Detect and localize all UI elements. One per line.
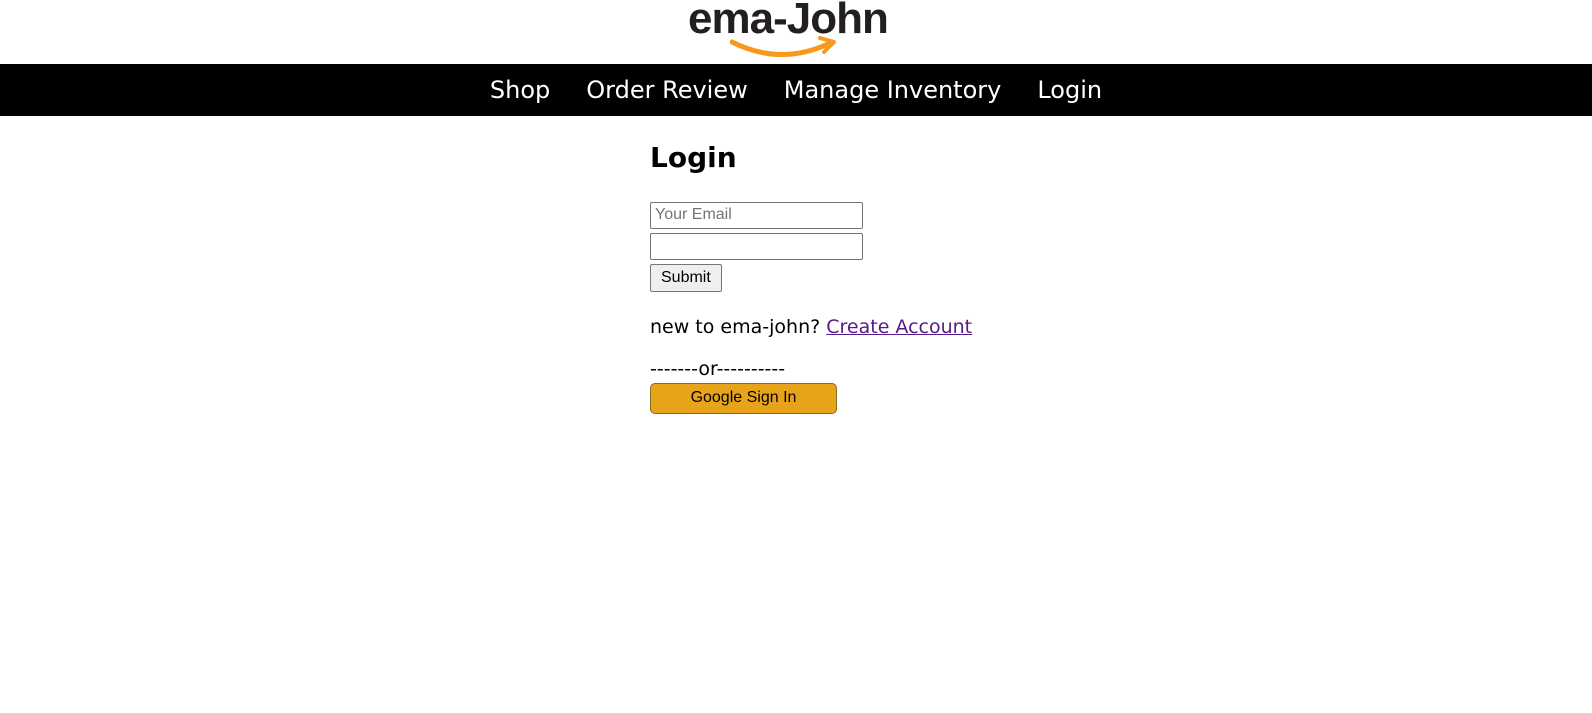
google-sign-in-button[interactable]: Google Sign In <box>650 382 837 414</box>
new-user-prompt: new to ema-john? Create Account <box>650 316 1050 338</box>
or-divider: -------or---------- <box>650 357 786 380</box>
login-container: Login Submit new to ema-john? Create Acc… <box>650 141 1050 414</box>
email-input[interactable] <box>650 201 863 229</box>
main-navbar: Shop Order Review Manage Inventory Login <box>0 64 1592 116</box>
nav-login-link[interactable]: Login <box>1037 76 1102 104</box>
new-user-text: new to ema-john? <box>650 315 821 338</box>
logo[interactable]: ema-John <box>688 0 912 60</box>
nav-manage-inventory-link[interactable]: Manage Inventory <box>784 76 1002 104</box>
submit-button[interactable]: Submit <box>650 263 722 292</box>
password-input[interactable] <box>650 232 863 260</box>
nav-shop-link[interactable]: Shop <box>490 76 550 104</box>
page-title: Login <box>650 141 737 174</box>
header: ema-John <box>0 0 1592 64</box>
create-account-link[interactable]: Create Account <box>826 316 972 338</box>
smile-arrow-icon <box>730 36 836 57</box>
nav-order-review-link[interactable]: Order Review <box>586 76 747 104</box>
login-form: Submit <box>650 201 1050 292</box>
